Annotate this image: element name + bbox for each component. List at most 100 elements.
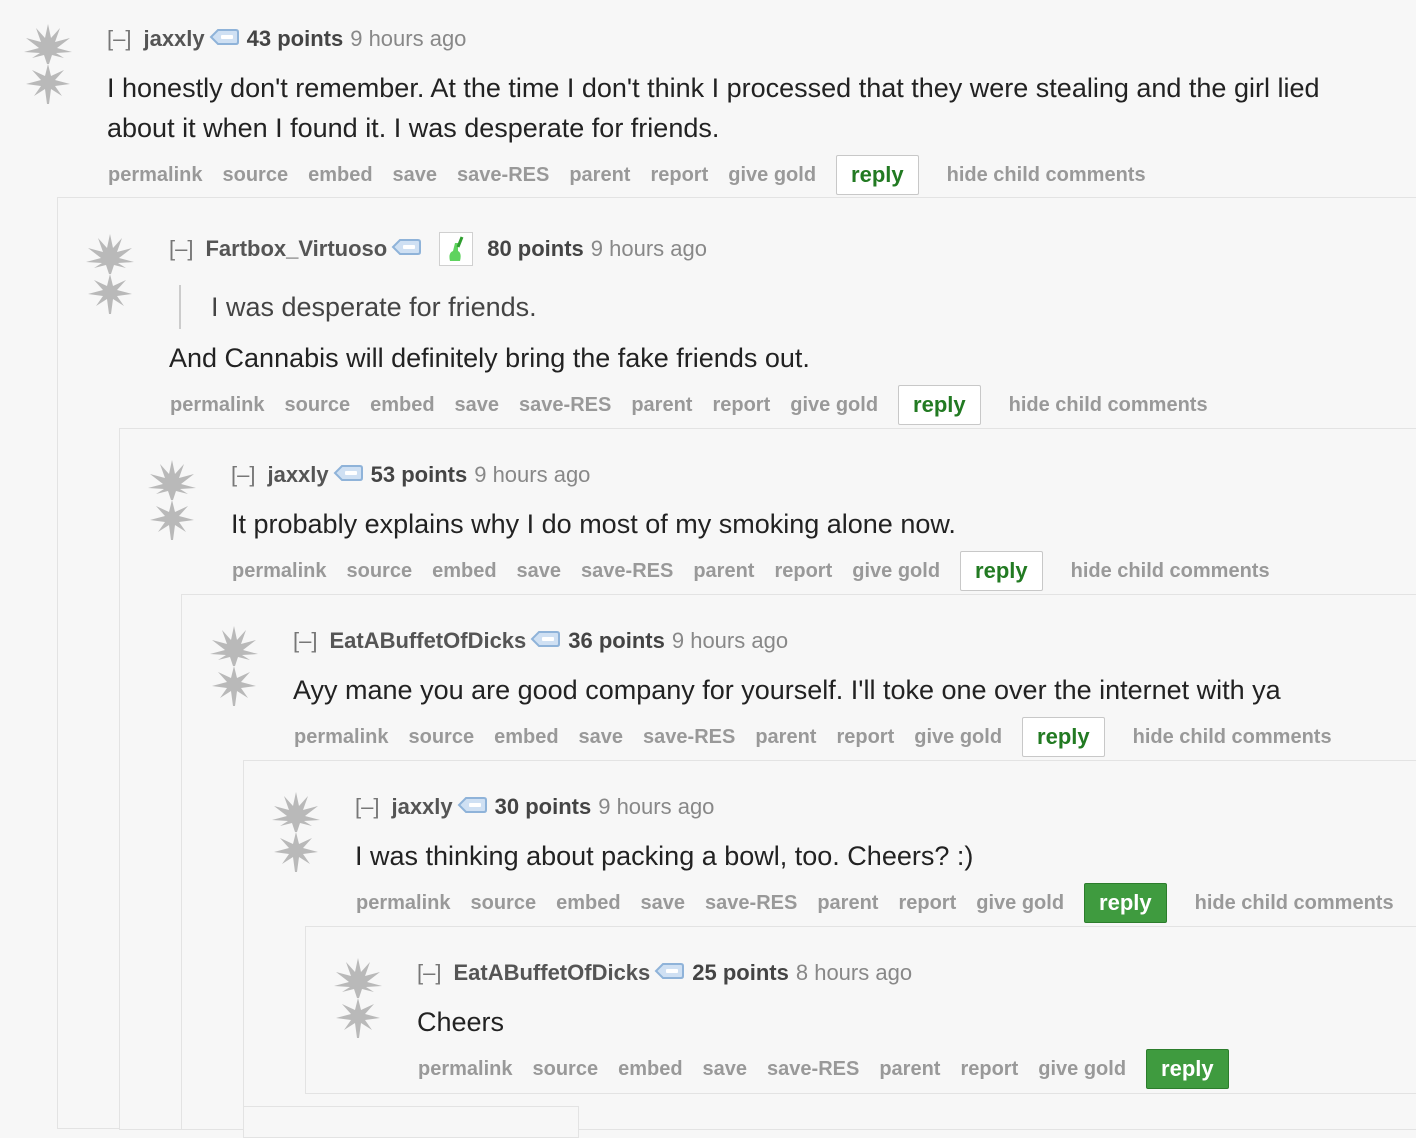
action-embed[interactable]: embed <box>370 394 434 417</box>
collapse-toggle[interactable]: [–] <box>293 628 317 654</box>
action-save-res[interactable]: save-RES <box>581 560 673 583</box>
vote-arrows[interactable] <box>208 622 264 712</box>
action-source[interactable]: source <box>470 892 536 915</box>
reply-button[interactable]: reply <box>836 155 919 195</box>
comment-body: Ayy mane you are good company for yourse… <box>293 675 1281 705</box>
action-give-gold[interactable]: give gold <box>852 560 940 583</box>
comment-body: Cheers <box>417 1007 505 1037</box>
bong-flair-icon <box>439 232 474 266</box>
action-save-res[interactable]: save-RES <box>457 164 549 187</box>
cannabis-leaf-vote-icon[interactable] <box>22 20 78 110</box>
collapse-toggle[interactable]: [–] <box>417 960 441 986</box>
action-permalink[interactable]: permalink <box>170 394 264 417</box>
action-report[interactable]: report <box>836 726 894 749</box>
comment-points: 53 points <box>370 462 468 487</box>
reply-button[interactable]: reply <box>960 551 1043 591</box>
action-save-res[interactable]: save-RES <box>643 726 735 749</box>
action-source[interactable]: source <box>346 560 412 583</box>
user-tag-icon[interactable] <box>457 794 487 820</box>
action-save-res[interactable]: save-RES <box>767 1058 859 1081</box>
action-source[interactable]: source <box>408 726 474 749</box>
action-give-gold[interactable]: give gold <box>1038 1058 1126 1081</box>
comment-tagline: [–] jaxxly 53 points 9 hours ago <box>231 460 590 490</box>
cannabis-leaf-vote-icon[interactable] <box>332 954 388 1044</box>
vote-arrows[interactable] <box>332 954 388 1044</box>
action-parent[interactable]: parent <box>631 394 692 417</box>
hide-child-comments[interactable]: hide child comments <box>1071 560 1270 583</box>
action-save[interactable]: save <box>641 892 686 915</box>
comment-tagline: [–] jaxxly 43 points 9 hours ago <box>107 24 466 54</box>
vote-arrows[interactable] <box>270 788 326 878</box>
vote-arrows[interactable] <box>146 456 202 546</box>
collapse-toggle[interactable]: [–] <box>355 794 379 820</box>
action-embed[interactable]: embed <box>432 560 496 583</box>
action-source[interactable]: source <box>532 1058 598 1081</box>
cannabis-leaf-vote-icon[interactable] <box>146 456 202 546</box>
reply-button[interactable]: reply <box>1146 1049 1229 1089</box>
action-report[interactable]: report <box>898 892 956 915</box>
action-save[interactable]: save <box>703 1058 748 1081</box>
action-give-gold[interactable]: give gold <box>728 164 816 187</box>
action-embed[interactable]: embed <box>308 164 372 187</box>
user-tag-icon[interactable] <box>209 26 239 52</box>
action-permalink[interactable]: permalink <box>418 1058 512 1081</box>
action-permalink[interactable]: permalink <box>232 560 326 583</box>
action-parent[interactable]: parent <box>817 892 878 915</box>
comment-author[interactable]: Fartbox_Virtuoso <box>205 236 387 262</box>
comment-author[interactable]: EatABuffetOfDicks <box>453 960 650 986</box>
action-give-gold[interactable]: give gold <box>790 394 878 417</box>
action-parent[interactable]: parent <box>569 164 630 187</box>
vote-arrows[interactable] <box>84 230 140 320</box>
reply-button[interactable]: reply <box>898 385 981 425</box>
user-tag-icon[interactable] <box>530 628 561 654</box>
action-report[interactable]: report <box>960 1058 1018 1081</box>
user-tag-icon[interactable] <box>333 462 363 488</box>
action-parent[interactable]: parent <box>755 726 816 749</box>
action-report[interactable]: report <box>774 560 832 583</box>
action-embed[interactable]: embed <box>494 726 558 749</box>
cannabis-leaf-vote-icon[interactable] <box>270 788 326 878</box>
comment-author[interactable]: jaxxly <box>391 794 452 820</box>
action-permalink[interactable]: permalink <box>356 892 450 915</box>
user-tag-icon[interactable] <box>654 960 685 986</box>
collapse-toggle[interactable]: [–] <box>169 236 193 262</box>
action-embed[interactable]: embed <box>618 1058 682 1081</box>
collapse-toggle[interactable]: [–] <box>231 462 255 488</box>
action-give-gold[interactable]: give gold <box>914 726 1002 749</box>
hide-child-comments[interactable]: hide child comments <box>947 164 1146 187</box>
action-give-gold[interactable]: give gold <box>976 892 1064 915</box>
action-save[interactable]: save <box>455 394 500 417</box>
comment-body: And Cannabis will definitely bring the f… <box>169 343 810 373</box>
reply-button[interactable]: reply <box>1022 717 1105 757</box>
action-save[interactable]: save <box>517 560 562 583</box>
cannabis-leaf-vote-icon[interactable] <box>208 622 264 712</box>
comment-author[interactable]: jaxxly <box>267 462 328 488</box>
action-parent[interactable]: parent <box>693 560 754 583</box>
reply-button[interactable]: reply <box>1084 883 1167 923</box>
action-save-res[interactable]: save-RES <box>519 394 611 417</box>
action-save[interactable]: save <box>393 164 438 187</box>
hide-child-comments[interactable]: hide child comments <box>1195 892 1394 915</box>
action-permalink[interactable]: permalink <box>108 164 202 187</box>
comment-time: 9 hours ago <box>590 236 707 261</box>
collapse-toggle[interactable]: [–] <box>107 26 131 52</box>
user-tag-icon[interactable] <box>391 236 422 262</box>
comment-time: 9 hours ago <box>350 26 467 51</box>
action-save-res[interactable]: save-RES <box>705 892 797 915</box>
cannabis-leaf-vote-icon[interactable] <box>84 230 140 320</box>
hide-child-comments[interactable]: hide child comments <box>1009 394 1208 417</box>
action-permalink[interactable]: permalink <box>294 726 388 749</box>
comment-tagline: [–] jaxxly 30 points 9 hours ago <box>355 792 714 822</box>
action-parent[interactable]: parent <box>879 1058 940 1081</box>
comment-author[interactable]: EatABuffetOfDicks <box>329 628 526 654</box>
action-report[interactable]: report <box>712 394 770 417</box>
hide-child-comments[interactable]: hide child comments <box>1133 726 1332 749</box>
action-embed[interactable]: embed <box>556 892 620 915</box>
action-source[interactable]: source <box>284 394 350 417</box>
action-save[interactable]: save <box>579 726 624 749</box>
vote-arrows[interactable] <box>22 20 78 110</box>
comment-author[interactable]: jaxxly <box>143 26 204 52</box>
action-source[interactable]: source <box>222 164 288 187</box>
comment-actions: permalink source embed save save-RES parent re… <box>294 717 1332 757</box>
action-report[interactable]: report <box>650 164 708 187</box>
